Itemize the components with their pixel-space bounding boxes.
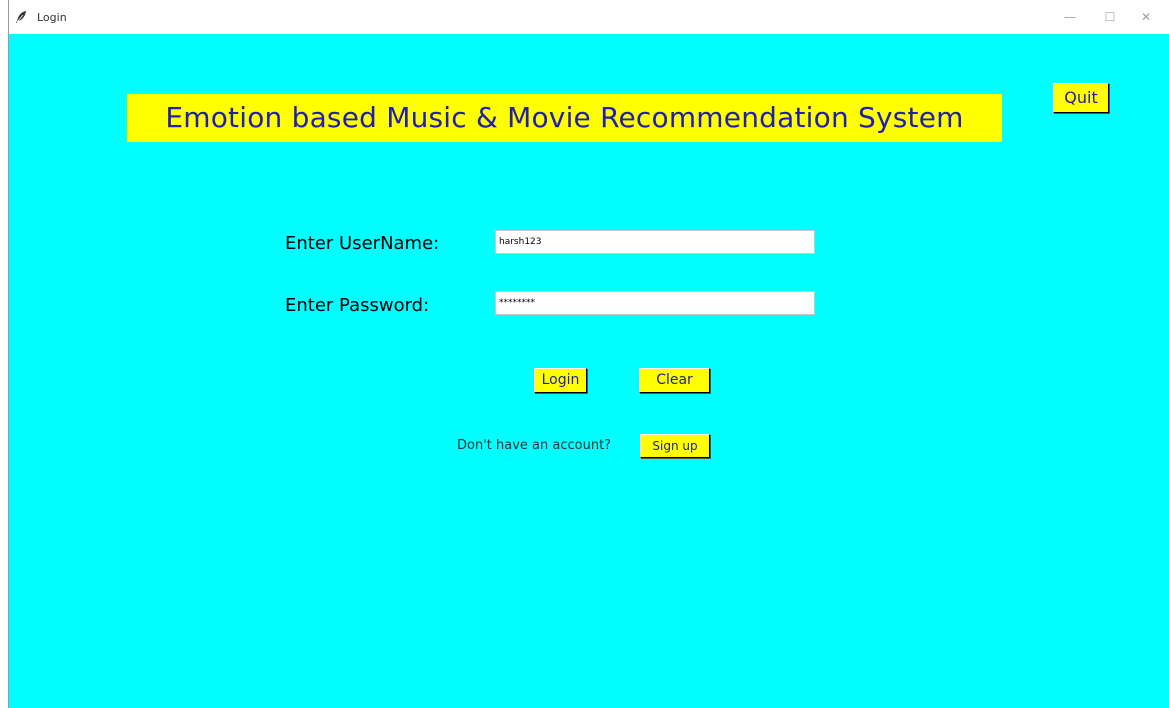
username-input[interactable]	[495, 230, 815, 254]
password-label: Enter Password:	[285, 295, 430, 316]
app-title-banner: Emotion based Music & Movie Recommendati…	[127, 94, 1002, 142]
minimize-button[interactable]: —	[1052, 0, 1088, 34]
login-window: Login — ☐ ✕ Emotion based Music & Movie …	[8, 0, 1169, 708]
maximize-button[interactable]: ☐	[1092, 0, 1128, 34]
window-title: Login	[37, 11, 67, 24]
username-label: Enter UserName:	[285, 233, 440, 254]
close-button[interactable]: ✕	[1128, 0, 1164, 34]
clear-button[interactable]: Clear	[639, 368, 710, 393]
quit-button[interactable]: Quit	[1053, 83, 1109, 113]
title-bar[interactable]: Login — ☐ ✕	[9, 0, 1169, 34]
signup-prompt: Don't have an account?	[457, 438, 612, 453]
password-input[interactable]	[495, 291, 815, 315]
feather-icon	[14, 10, 28, 24]
login-button[interactable]: Login	[534, 368, 587, 393]
login-content: Emotion based Music & Movie Recommendati…	[9, 34, 1169, 708]
signup-button[interactable]: Sign up	[640, 434, 710, 458]
